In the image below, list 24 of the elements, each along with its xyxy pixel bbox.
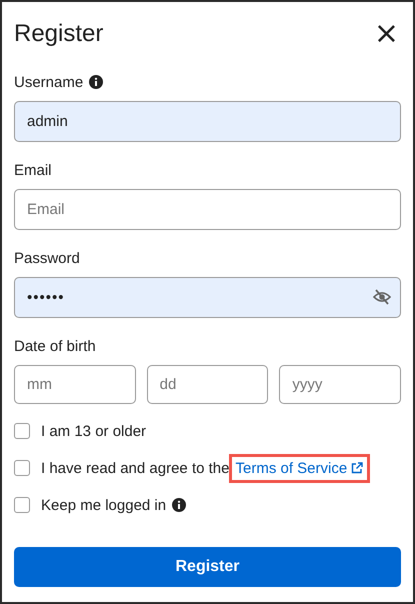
input-field[interactable]: Email bbox=[14, 189, 401, 230]
external-link-icon bbox=[351, 462, 364, 474]
close-button[interactable]: × bbox=[372, 19, 401, 49]
register-button[interactable]: Register bbox=[14, 547, 401, 587]
info-icon[interactable] bbox=[89, 75, 104, 89]
checkbox[interactable] bbox=[14, 497, 30, 513]
date-field[interactable]: mm bbox=[14, 365, 136, 404]
dialog-title: Register bbox=[14, 20, 104, 48]
info-icon[interactable] bbox=[172, 498, 186, 512]
checkbox-label: Keep me logged in bbox=[41, 496, 166, 514]
checkbox-label: I have read and agree to the Terms of Service bbox=[41, 454, 370, 482]
field-label: Password bbox=[14, 250, 80, 266]
checkbox-label: I am 13 or older bbox=[41, 422, 146, 440]
field-label: Email bbox=[14, 162, 52, 178]
terms-link[interactable]: Terms of Service bbox=[229, 454, 370, 482]
input-field[interactable]: admin bbox=[14, 101, 401, 142]
field-label: Date of birth bbox=[14, 338, 96, 354]
date-field[interactable]: dd bbox=[146, 365, 268, 404]
eye-slash-icon[interactable] bbox=[373, 289, 391, 305]
checkbox[interactable] bbox=[14, 460, 30, 476]
password-field[interactable]: •••••• bbox=[14, 277, 401, 318]
date-field[interactable]: yyyy bbox=[279, 365, 401, 404]
checkbox[interactable] bbox=[14, 423, 30, 439]
field-label: Username bbox=[14, 74, 84, 90]
